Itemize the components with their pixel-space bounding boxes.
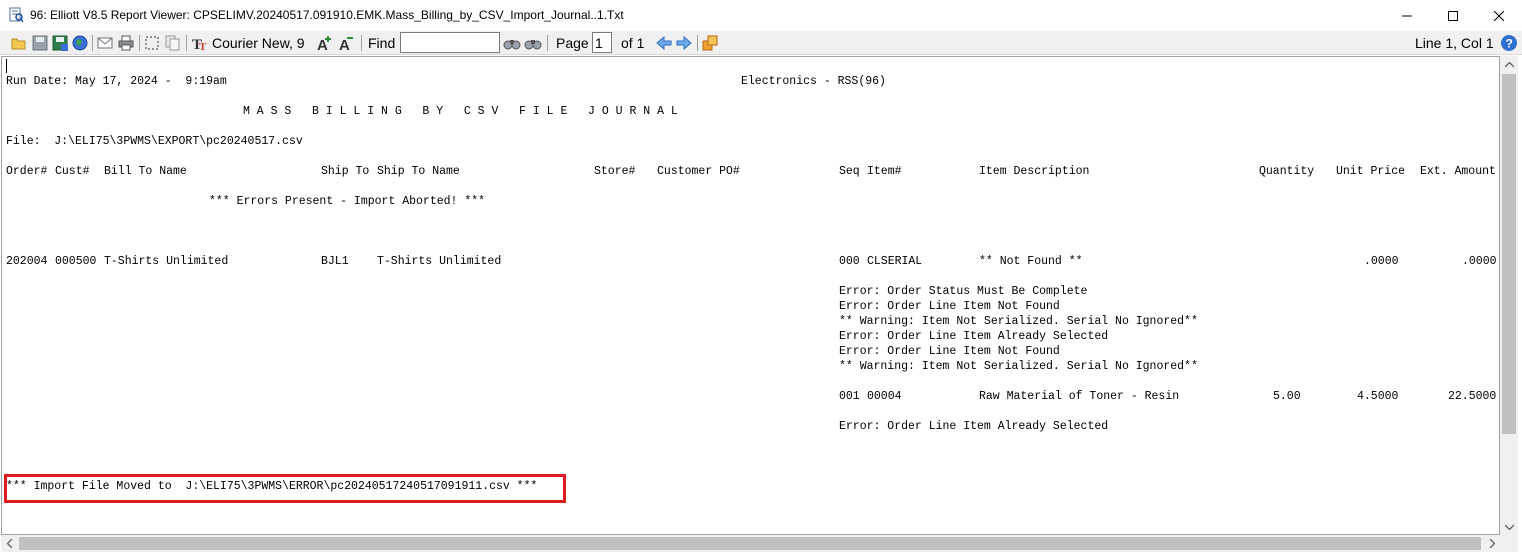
open-icon[interactable] [10,34,28,52]
svg-text:?: ? [1506,37,1513,51]
col-seq: Seq [839,165,860,178]
find-label: Find [368,35,396,51]
line-desc: Raw Material of Toner - Resin [979,390,1180,403]
prev-page-icon[interactable] [655,34,673,52]
errors-banner: *** Errors Present - Import Aborted! *** [209,195,486,208]
bill-to-name: T-Shirts Unlimited [104,255,229,268]
page-input[interactable] [592,32,612,53]
message-line: Error: Order Line Item Not Found [839,300,1060,313]
find-next-icon[interactable] [503,34,521,52]
print-icon[interactable] [117,34,135,52]
scroll-down-icon[interactable] [1500,518,1518,535]
page-label: Page [556,35,589,51]
toolbar: TT Courier New, 9 A A Find Page of 1 Lin… [0,31,1522,55]
web-icon[interactable] [71,34,89,52]
page-count: of 1 [621,35,645,51]
col-store: Store# [594,165,636,178]
font-icon[interactable]: TT [191,34,209,52]
ship-to-name: T-Shirts Unlimited [377,255,502,268]
line-ext: 22.5000 [1448,390,1497,403]
font-larger-icon[interactable]: A [316,34,334,52]
line-item: 00004 [867,390,902,403]
report-heading: M A S S B I L L I N G B Y C S V F I L E … [243,105,678,118]
line-ext: .0000 [1462,255,1497,268]
minimize-button[interactable] [1384,0,1430,31]
cursor-position: Line 1, Col 1 [1415,35,1494,51]
vertical-scrollbar[interactable] [1500,56,1518,535]
scroll-right-icon[interactable] [1483,535,1500,552]
font-smaller-icon[interactable]: A [338,34,356,52]
file-path: File: J:\ELI75\3PWMS\EXPORT\pc20240517.c… [6,135,303,148]
report-view[interactable]: Run Date: May 17, 2024 - 9:19am Electron… [1,56,1500,535]
line-item: CLSERIAL [867,255,923,268]
col-qty: Quantity [1259,165,1315,178]
message-line: Error: Order Line Item Already Selected [839,420,1109,433]
col-ext: Ext. Amount [1420,165,1496,178]
col-desc: Item Description [979,165,1090,178]
col-price: Unit Price [1336,165,1406,178]
copy-icon[interactable] [164,34,182,52]
line-seq: 001 [839,390,860,403]
col-ship-to: Ship To [321,165,370,178]
line-desc: ** Not Found ** [979,255,1083,268]
title-bar: 96: Elliott V8.5 Report Viewer: CPSELIMV… [0,0,1522,31]
svg-text:T: T [199,41,207,52]
line-price: .0000 [1364,255,1399,268]
email-icon[interactable] [96,34,114,52]
company-name: Electronics - RSS(96) [741,75,886,88]
select-all-icon[interactable] [143,34,161,52]
col-ship-to-name: Ship To Name [377,165,460,178]
find-input[interactable] [400,32,500,53]
col-order: Order# [6,165,48,178]
scroll-left-icon[interactable] [1,535,18,552]
window-title: 96: Elliott V8.5 Report Viewer: CPSELIMV… [30,8,624,22]
line-qty: 5.00 [1273,390,1301,403]
save-icon[interactable] [31,34,49,52]
col-bill-to: Bill To Name [104,165,187,178]
customer-number: 000500 [55,255,97,268]
message-line: Error: Order Status Must Be Complete [839,285,1088,298]
text-caret [6,59,7,73]
col-cust: Cust# [55,165,90,178]
horizontal-scroll-thumb[interactable] [19,537,1481,550]
order-number: 202004 [6,255,48,268]
highlight-box [4,474,566,503]
next-page-icon[interactable] [675,34,693,52]
message-line: Error: Order Line Item Not Found [839,345,1060,358]
vertical-scroll-thumb[interactable] [1502,74,1516,434]
horizontal-scrollbar[interactable] [1,535,1500,552]
find-prev-icon[interactable] [524,34,542,52]
save-as-icon[interactable] [51,34,69,52]
message-line: Error: Order Line Item Already Selected [839,330,1109,343]
run-date: Run Date: May 17, 2024 - 9:19am [6,75,227,88]
message-line: ** Warning: Item Not Serialized. Serial … [839,360,1198,373]
scrollbar-corner [1500,535,1518,552]
message-line: ** Warning: Item Not Serialized. Serial … [839,315,1198,328]
export-icon[interactable] [701,34,719,52]
svg-text:A: A [339,37,350,52]
font-label[interactable]: Courier New, 9 [212,35,305,51]
ship-to-code: BJL1 [321,255,349,268]
col-item: Item# [867,165,902,178]
col-po: Customer PO# [657,165,740,178]
line-price: 4.5000 [1357,390,1399,403]
maximize-button[interactable] [1430,0,1476,31]
help-icon[interactable]: ? [1500,34,1518,52]
close-button[interactable] [1476,0,1522,31]
line-seq: 000 [839,255,860,268]
scroll-up-icon[interactable] [1500,56,1518,73]
report-viewer-icon [8,7,24,23]
